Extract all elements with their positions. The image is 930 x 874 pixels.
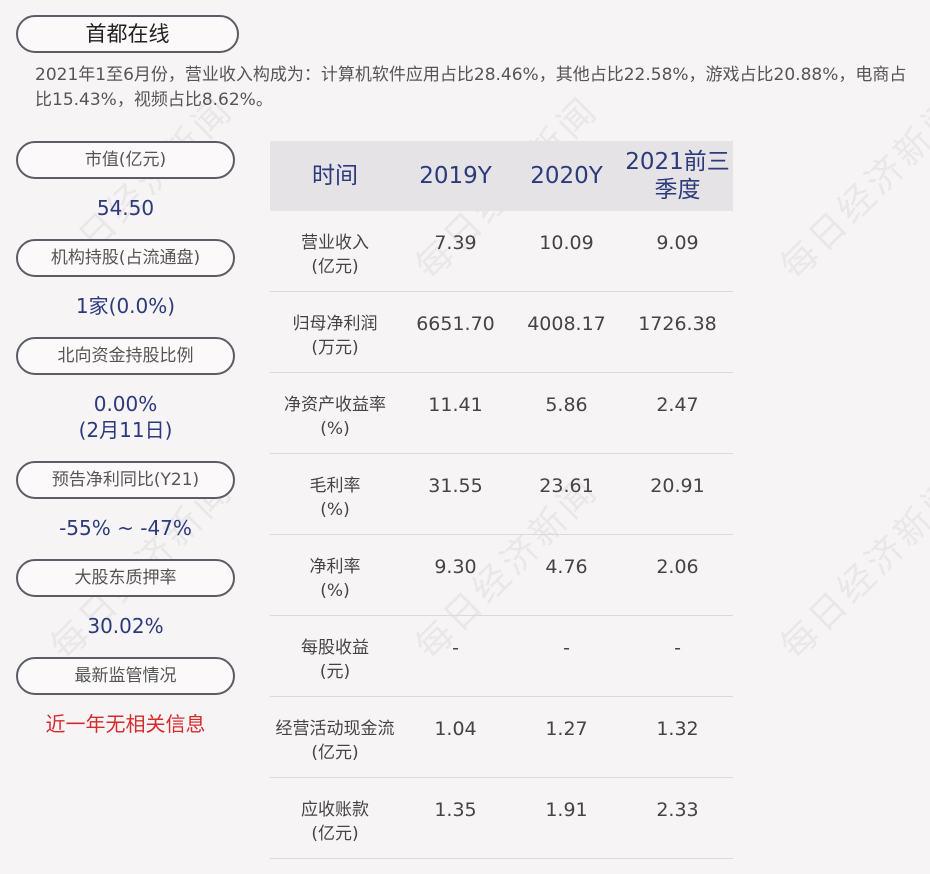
pledge-ratio-label: 大股东质押率 (16, 559, 235, 597)
header-2019: 2019Y (419, 163, 492, 189)
row-label: 经营活动现金流 (亿元) (275, 719, 395, 763)
cell-value: 2.33 (656, 799, 699, 821)
profit-forecast-value: -55% ~ -47% (59, 516, 192, 540)
table-row: 每股收益 (元) - - - (270, 616, 733, 697)
profit-forecast-label: 预告净利同比(Y21) (16, 461, 235, 499)
cell-value: 20.91 (650, 475, 705, 497)
watermark-text: 每日经济新闻 (773, 89, 930, 288)
northbound-ratio-label: 北向资金持股比例 (16, 337, 235, 375)
cell-value: 5.86 (545, 394, 588, 416)
institution-holding-value: 1家(0.0%) (75, 294, 176, 318)
pledge-ratio-value: 30.02% (87, 614, 164, 638)
table-row: 经营活动现金流 (亿元) 1.04 1.27 1.32 (270, 697, 733, 778)
watermark-text: 每日经济新闻 (773, 469, 930, 668)
cell-value: 2.06 (656, 556, 699, 578)
cell-value: 1.04 (434, 718, 477, 740)
table-row: 毛利率 (%) 31.55 23.61 20.91 (270, 454, 733, 535)
row-label: 应收账款 (亿元) (301, 800, 369, 844)
market-cap-value: 54.50 (96, 196, 155, 220)
cell-value: 9.30 (434, 556, 477, 578)
cell-value: - (563, 637, 570, 659)
regulation-value: 近一年无相关信息 (45, 712, 206, 736)
cell-value: 6651.70 (416, 313, 495, 335)
revenue-summary: 2021年1至6月份，营业收入构成为：计算机软件应用占比28.46%，其他占比2… (35, 65, 907, 110)
cell-value: - (452, 637, 459, 659)
row-label: 归母净利润 (万元) (292, 314, 378, 358)
cell-value: 4.76 (545, 556, 588, 578)
market-cap-label: 市值(亿元) (16, 141, 235, 179)
cell-value: 9.09 (656, 232, 699, 254)
cell-value: 4008.17 (527, 313, 606, 335)
header-2021-q3: 2021前三季度 (625, 149, 730, 203)
row-label: 净资产收益率 (%) (284, 395, 386, 439)
cell-value: 1.35 (434, 799, 477, 821)
northbound-ratio-date: (2月11日) (78, 418, 173, 442)
institution-holding-label: 机构持股(占流通盘) (16, 239, 235, 277)
cell-value: 1726.38 (638, 313, 717, 335)
table-row: 归母净利润 (万元) 6651.70 4008.17 1726.38 (270, 292, 733, 373)
header-2020: 2020Y (530, 163, 603, 189)
table-row: 净资产收益率 (%) 11.41 5.86 2.47 (270, 373, 733, 454)
row-label: 毛利率 (%) (309, 476, 361, 520)
cell-value: 1.91 (545, 799, 588, 821)
row-label: 每股收益 (元) (301, 638, 369, 682)
table-row: 应收账款 (亿元) 1.35 1.91 2.33 (270, 778, 733, 859)
cell-value: 2.47 (656, 394, 699, 416)
cell-value: 23.61 (539, 475, 594, 497)
header-time: 时间 (312, 163, 358, 189)
brand-pill: 首都在线 (16, 15, 239, 53)
cell-value: 10.09 (539, 232, 594, 254)
cell-value: 7.39 (434, 232, 477, 254)
row-label: 营业收入 (亿元) (301, 233, 369, 277)
cell-value: - (674, 637, 681, 659)
regulation-label: 最新监管情况 (16, 657, 235, 695)
cell-value: 1.27 (545, 718, 588, 740)
table-row: 营业收入 (亿元) 7.39 10.09 9.09 (270, 211, 733, 292)
cell-value: 31.55 (428, 475, 483, 497)
table-row: 净利率 (%) 9.30 4.76 2.06 (270, 535, 733, 616)
cell-value: 1.32 (656, 718, 699, 740)
northbound-ratio-value: 0.00% (93, 392, 158, 416)
table-header: 时间 2019Y 2020Y 2021前三季度 (270, 141, 733, 211)
financial-table: 时间 2019Y 2020Y 2021前三季度 营业收入 (亿元) 7.39 10… (270, 141, 733, 859)
cell-value: 11.41 (428, 394, 483, 416)
row-label: 净利率 (%) (309, 557, 361, 601)
